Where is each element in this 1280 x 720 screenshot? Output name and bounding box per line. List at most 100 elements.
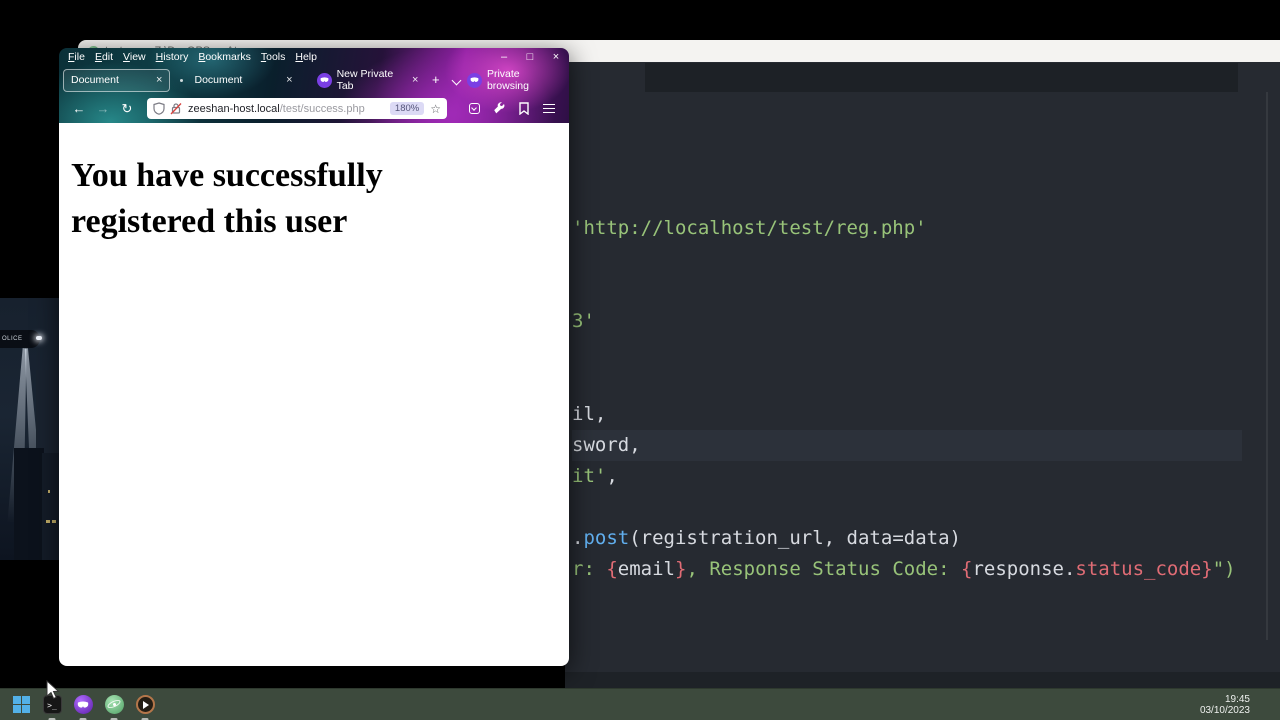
private-browsing-label: Private browsing bbox=[486, 68, 529, 92]
zoom-level-badge[interactable]: 180% bbox=[389, 102, 425, 115]
wrench-icon[interactable] bbox=[491, 101, 507, 117]
url-path: /test/success.php bbox=[279, 102, 365, 115]
code-line[interactable]: 3' bbox=[572, 306, 1242, 337]
lit-window bbox=[48, 490, 50, 493]
code-line[interactable] bbox=[572, 492, 1242, 523]
code-segment: ") bbox=[1212, 558, 1236, 580]
save-page-icon[interactable] bbox=[516, 101, 532, 117]
code-segment: 3' bbox=[572, 310, 595, 332]
tab-list-button[interactable] bbox=[446, 66, 467, 94]
chevron-down-icon bbox=[451, 75, 462, 86]
menu-bar: File Edit View History Bookmarks Tools Help – … bbox=[59, 48, 569, 66]
private-browsing-badge: Private browsing bbox=[466, 68, 565, 92]
start-button[interactable] bbox=[11, 695, 31, 715]
toolbar-icons bbox=[466, 101, 561, 117]
wallpaper-city: OLICE bbox=[0, 298, 60, 560]
code-segment: data) bbox=[903, 527, 961, 549]
private-mask-icon bbox=[316, 72, 332, 88]
lit-window bbox=[52, 520, 56, 523]
code-segment: , bbox=[606, 465, 618, 487]
page-heading: You have successfully registered this us… bbox=[71, 157, 383, 240]
code-line[interactable] bbox=[572, 368, 1242, 399]
menu-item-file[interactable]: File bbox=[63, 51, 90, 63]
windows-logo-icon bbox=[12, 696, 30, 713]
menu-item-help[interactable]: Help bbox=[290, 51, 322, 63]
tab-close-icon[interactable]: × bbox=[280, 74, 292, 86]
tab-new-private[interactable]: New Private Tab × bbox=[310, 68, 426, 92]
taskbar: >_ 19:45 03/10/2023 bbox=[0, 688, 1280, 720]
navigation-bar: ← → ↻ zeeshan-host.local/test/success.ph… bbox=[59, 94, 569, 123]
code-line[interactable] bbox=[572, 244, 1242, 275]
code-line[interactable]: .post(registration_url, data=data) bbox=[572, 523, 1242, 554]
menu-item-history[interactable]: History bbox=[151, 51, 194, 63]
clock-time: 19:45 bbox=[1224, 693, 1250, 705]
menu-item-bookmarks[interactable]: Bookmarks bbox=[193, 51, 256, 63]
code-segment: it' bbox=[572, 465, 607, 487]
building-silhouette bbox=[42, 453, 60, 560]
code-segment: { bbox=[606, 558, 618, 580]
taskbar-atom[interactable] bbox=[104, 695, 124, 720]
code-segment: . bbox=[572, 527, 584, 549]
window-controls: – □ × bbox=[491, 48, 569, 66]
taskbar-media-player[interactable] bbox=[135, 695, 155, 720]
taskbar-clock[interactable]: 19:45 03/10/2023 bbox=[1200, 694, 1280, 716]
url-bar[interactable]: zeeshan-host.local/test/success.php 180%… bbox=[147, 98, 447, 119]
shield-icon[interactable] bbox=[153, 102, 165, 115]
atom-icon bbox=[104, 695, 124, 714]
clock-date: 03/10/2023 bbox=[1199, 704, 1250, 716]
menu-item-view[interactable]: View bbox=[118, 51, 151, 63]
new-tab-button[interactable]: + bbox=[425, 66, 446, 94]
code-segment: sword, bbox=[572, 434, 641, 456]
play-icon bbox=[135, 695, 155, 714]
back-button[interactable]: ← bbox=[67, 101, 91, 116]
browser-chrome: File Edit View History Bookmarks Tools Help – … bbox=[59, 48, 569, 123]
code-line[interactable]: il, bbox=[572, 399, 1242, 430]
code-segment: r: bbox=[572, 558, 607, 580]
tab-label: New Private Tab bbox=[336, 68, 394, 92]
screen: OLICE test.py — Z:\DevOPS — Atom 'http:/… bbox=[0, 0, 1280, 720]
menu-items: File Edit View History Bookmarks Tools Help bbox=[63, 51, 322, 63]
tab-document[interactable]: Document × bbox=[187, 69, 299, 92]
code-line[interactable]: sword, bbox=[572, 430, 1242, 461]
forward-button[interactable]: → bbox=[91, 101, 115, 116]
app-menu-icon[interactable] bbox=[541, 101, 557, 117]
code-line[interactable] bbox=[572, 337, 1242, 368]
code-segment: email bbox=[617, 558, 675, 580]
tab-close-icon[interactable]: × bbox=[150, 74, 162, 86]
code-segment: post bbox=[583, 527, 630, 549]
code-segment: , Response Status Code: bbox=[686, 558, 961, 580]
reload-button[interactable]: ↻ bbox=[115, 101, 139, 117]
minimize-button[interactable]: – bbox=[491, 48, 517, 66]
tab-bar: Document × Document × New Private Tab × … bbox=[59, 66, 569, 94]
tab-close-icon[interactable]: × bbox=[406, 74, 418, 86]
private-mask-icon bbox=[466, 72, 482, 88]
lit-window bbox=[46, 520, 50, 523]
extensions-icon[interactable] bbox=[466, 101, 482, 117]
menu-item-tools[interactable]: Tools bbox=[256, 51, 291, 63]
editor-scrollbar[interactable] bbox=[1266, 92, 1268, 640]
code-segment: = bbox=[892, 527, 904, 549]
code-line[interactable] bbox=[572, 275, 1242, 306]
code-segment: response. bbox=[972, 558, 1076, 580]
page-content: You have successfully registered this us… bbox=[59, 123, 569, 666]
code-line[interactable]: 'http://localhost/test/reg.php' bbox=[572, 213, 1242, 244]
menu-item-edit[interactable]: Edit bbox=[90, 51, 118, 63]
tab-favicon-dot bbox=[180, 78, 184, 82]
code-line[interactable]: it', bbox=[572, 461, 1242, 492]
code-segment: status_code bbox=[1075, 558, 1202, 580]
mouse-cursor bbox=[46, 680, 60, 700]
police-blimp: OLICE bbox=[0, 330, 40, 348]
url-host: zeeshan-host.local bbox=[188, 102, 280, 115]
code-line[interactable]: r: {email}, Response Status Code: {respo… bbox=[572, 554, 1242, 585]
editor-tab-strip bbox=[645, 63, 1238, 92]
bookmark-star-icon[interactable]: ☆ bbox=[430, 102, 441, 116]
tab-document-active[interactable]: Document × bbox=[63, 68, 171, 92]
code-segment: } bbox=[1201, 558, 1213, 580]
insecure-lock-icon[interactable] bbox=[170, 102, 182, 115]
maximize-button[interactable]: □ bbox=[517, 48, 543, 66]
taskbar-firefox-private[interactable] bbox=[73, 695, 93, 720]
editor-status-bar bbox=[565, 672, 1280, 688]
code-editor[interactable]: 'http://localhost/test/reg.php' 3' il, swor… bbox=[565, 62, 1280, 688]
close-button[interactable]: × bbox=[543, 48, 569, 66]
building-silhouette bbox=[14, 448, 44, 560]
